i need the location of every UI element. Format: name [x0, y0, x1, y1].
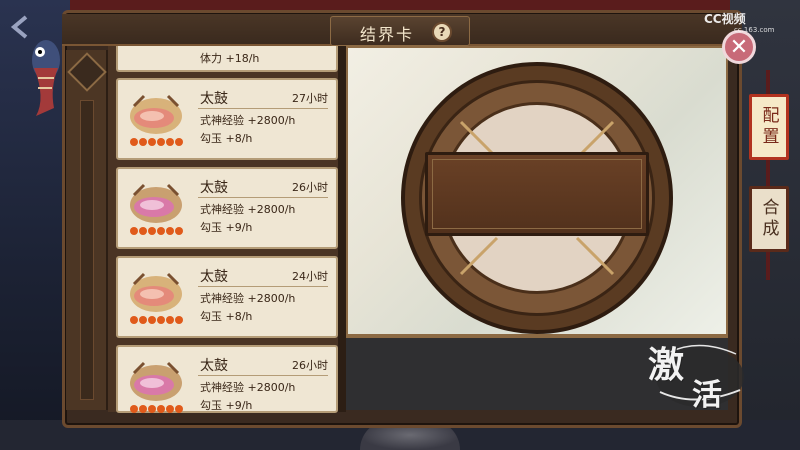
- card-name: 太鼓: [200, 269, 228, 285]
- card-jade-stat: 勾玉 +8/h: [200, 132, 253, 145]
- card-exp-stat: 式神经验 +2800/h: [200, 203, 296, 216]
- card-duration: 26小时: [292, 181, 328, 194]
- card-jade-stat: 勾玉 +8/h: [200, 310, 253, 323]
- close-button[interactable]: ✕: [722, 30, 756, 64]
- tab-synthesize[interactable]: 合成: [749, 186, 789, 252]
- card-name: 太鼓: [200, 358, 228, 374]
- barrier-card-item[interactable]: 太鼓 26小时 式神经验 +2800/h 勾玉 +9/h: [116, 345, 338, 413]
- watermark-url: cc.163.com: [734, 26, 775, 34]
- card-duration: 24小时: [292, 270, 328, 283]
- card-name: 太鼓: [200, 180, 228, 196]
- barrier-card-item[interactable]: 太鼓 27小时 式神经验 +2800/h 勾玉 +8/h: [116, 78, 338, 160]
- help-icon[interactable]: ?: [432, 22, 452, 42]
- card-divider: [198, 286, 328, 287]
- card-divider: [198, 108, 328, 109]
- drum-icon: [130, 361, 183, 413]
- list-scrollbar[interactable]: [338, 46, 346, 412]
- barrier-card-item[interactable]: 太鼓 26小时 式神经验 +2800/h 勾玉 +9/h: [116, 167, 338, 249]
- card-divider: [198, 197, 328, 198]
- card-exp-stat: 式神经验 +2800/h: [200, 381, 296, 394]
- card-duration: 27小时: [292, 92, 328, 105]
- list-item-partial[interactable]: 体力 +18/h: [116, 46, 338, 72]
- tab-configure[interactable]: 配置: [749, 94, 789, 160]
- rail-bar: [80, 100, 94, 400]
- page-title: 结界卡: [360, 25, 415, 44]
- card-divider: [198, 375, 328, 376]
- card-duration: 26小时: [292, 359, 328, 372]
- card-jade-stat: 勾玉 +9/h: [200, 399, 253, 412]
- watermark-logo: CC视频: [704, 12, 746, 26]
- drum-icon: [130, 94, 183, 146]
- drum-icon: [130, 183, 183, 235]
- card-exp-stat: 式神经验 +2800/h: [200, 292, 296, 305]
- card-exp-stat: 式神经验 +2800/h: [200, 114, 296, 127]
- activate-char-1: 激: [648, 344, 685, 386]
- card-slot-plate-inner: [432, 159, 642, 229]
- koi-streamer-icon: [28, 38, 64, 118]
- activate-button[interactable]: 激 活: [640, 332, 750, 413]
- card-name: 太鼓: [200, 91, 228, 107]
- activate-char-2: 活: [692, 378, 722, 413]
- barrier-card-item[interactable]: 太鼓 24小时 式神经验 +2800/h 勾玉 +8/h: [116, 256, 338, 338]
- card-jade-stat: 勾玉 +9/h: [200, 221, 253, 234]
- drum-icon: [130, 272, 183, 324]
- card-stat-partial: 体力 +18/h: [200, 52, 260, 65]
